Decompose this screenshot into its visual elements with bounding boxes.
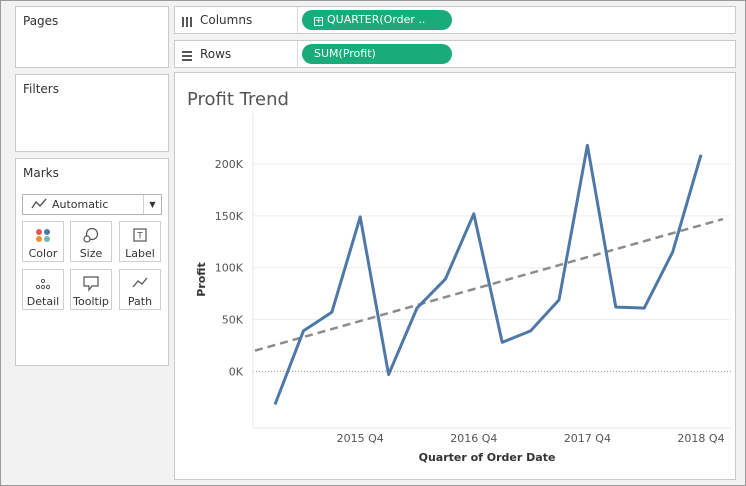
expand-icon[interactable]: + — [314, 17, 323, 26]
viz-area[interactable]: Profit Trend 0K 50K 100K 150K 200K 2015 Q4 201… — [174, 72, 736, 480]
x-tick-label: 2017 Q4 — [564, 432, 611, 445]
x-tick-label: 2016 Q4 — [450, 432, 497, 445]
rows-pill-label: SUM(Profit) — [314, 47, 376, 60]
chevron-down-icon[interactable]: ▼ — [143, 195, 161, 214]
detail-icon — [23, 275, 63, 292]
path-icon — [120, 275, 160, 292]
x-tick-label: 2015 Q4 — [337, 432, 384, 445]
columns-label: Columns — [200, 13, 253, 27]
tooltip-button-label: Tooltip — [73, 295, 109, 308]
shelf-divider — [297, 7, 298, 33]
color-icon — [23, 227, 63, 244]
profit-line-chart[interactable]: 0K 50K 100K 150K 200K 2015 Q4 2016 Q4 2017 Q4 20… — [175, 73, 735, 479]
color-button-label: Color — [28, 247, 58, 260]
y-tick-label: 50K — [222, 314, 244, 327]
profit-series-line — [273, 143, 703, 406]
x-tick-label: 2018 Q4 — [677, 432, 724, 445]
rows-icon — [181, 50, 195, 65]
y-tick-label: 100K — [215, 262, 244, 275]
shelf-divider — [297, 41, 298, 67]
marks-card-title: Marks — [23, 166, 59, 180]
tooltip-icon — [71, 275, 111, 292]
svg-text:T: T — [136, 232, 143, 242]
size-button-label: Size — [79, 247, 103, 260]
path-button-label: Path — [127, 295, 153, 308]
x-axis-title: Quarter of Order Date — [419, 451, 556, 464]
mark-type-select[interactable]: Automatic ▼ — [22, 194, 162, 215]
filters-card[interactable]: Filters — [15, 74, 169, 152]
workspace-frame: Pages Filters Marks Automatic ▼ Color Si… — [0, 0, 746, 486]
rows-shelf[interactable]: Rows SUM(Profit) — [174, 40, 736, 68]
y-tick-label: 150K — [215, 210, 244, 223]
mark-type-value: Automatic — [52, 198, 109, 211]
label-button[interactable]: T Label — [119, 221, 161, 262]
label-icon: T — [120, 227, 160, 244]
columns-pill[interactable]: + QUARTER(Order .. — [302, 10, 452, 30]
label-button-label: Label — [125, 247, 155, 260]
columns-shelf[interactable]: Columns + QUARTER(Order .. — [174, 6, 736, 34]
path-button[interactable]: Path — [119, 269, 161, 310]
marks-card: Marks — [15, 158, 169, 366]
detail-button[interactable]: Detail — [22, 269, 64, 310]
y-axis-title: Profit — [195, 262, 208, 296]
detail-button-label: Detail — [26, 295, 60, 308]
size-icon — [71, 227, 111, 244]
y-tick-label: 0K — [229, 365, 244, 378]
columns-pill-label: QUARTER(Order .. — [327, 13, 426, 26]
pages-card[interactable]: Pages — [15, 6, 169, 68]
rows-pill[interactable]: SUM(Profit) — [302, 44, 452, 64]
size-button[interactable]: Size — [70, 221, 112, 262]
pages-card-title: Pages — [23, 14, 59, 28]
line-mark-icon — [31, 196, 47, 215]
rows-label: Rows — [200, 47, 232, 61]
y-tick-label: 200K — [215, 158, 244, 171]
filters-card-title: Filters — [23, 82, 59, 96]
columns-icon — [181, 16, 195, 31]
color-button[interactable]: Color — [22, 221, 64, 262]
tooltip-button[interactable]: Tooltip — [70, 269, 112, 310]
